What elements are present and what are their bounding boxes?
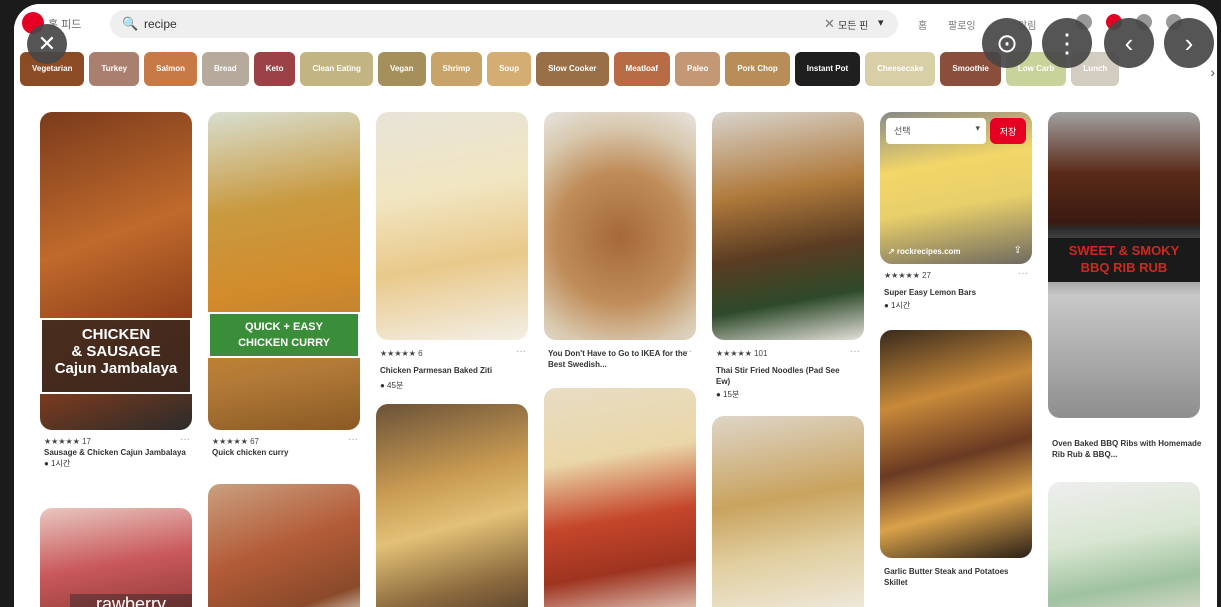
pin-title[interactable]: Thai Stir Fried Noodles (Pad See Ew) (716, 365, 856, 387)
pin-image-salsa[interactable] (544, 388, 696, 607)
save-button[interactable]: 저장 (990, 118, 1026, 144)
cook-time: ● 1시간 (884, 301, 911, 310)
pin-banner-strawberry: rawberry (70, 594, 192, 607)
close-icon[interactable]: ✕ (27, 24, 67, 64)
rating-stars: ★★★★★ 6 (380, 349, 423, 358)
category-chip[interactable]: Slow Cooker (536, 52, 609, 86)
pin-title[interactable]: You Don't Have to Go to IKEA for the Bes… (548, 348, 688, 370)
chevron-down-icon[interactable]: ▾ (878, 16, 884, 29)
nav-home[interactable]: 홈 (918, 17, 927, 32)
chevron-down-icon: ▾ (975, 123, 980, 133)
pin-meta-lemon-bars: ★★★★★ 27 Super Easy Lemon Bars ● 1시간 (884, 270, 1024, 311)
pin-image-onion-soup[interactable] (712, 416, 864, 607)
category-chips: Vegetarian Turkey Salmon Bread Keto Clean Eat… (20, 52, 1212, 90)
pin-image-strawberry[interactable]: rawberry (40, 508, 192, 607)
cook-time: ● 45분 (380, 381, 404, 390)
search-scope-select[interactable]: 모든 핀 (838, 17, 868, 32)
more-options-icon[interactable]: ··· (682, 346, 692, 357)
rating-stars: ★★★★★ 101 (716, 349, 768, 358)
category-chip[interactable]: Paleo (674, 52, 721, 86)
pin-image-curry[interactable]: QUICK + EASY CHICKEN CURRY (208, 112, 360, 430)
pin-meta-steak-potatoes: Garlic Butter Steak and Potatoes Skillet (884, 566, 1024, 588)
cook-time: ● 15분 (716, 390, 740, 399)
pin-title[interactable]: Chicken Parmesan Baked Ziti (380, 365, 530, 376)
pin-image-spring-rolls[interactable] (1048, 482, 1200, 607)
board-select-label: 선택 (894, 126, 911, 136)
pin-title[interactable]: Super Easy Lemon Bars (884, 287, 1024, 298)
pin-image-jambalaya[interactable]: CHICKEN & SAUSAGE Cajun Jambalaya (40, 112, 192, 430)
pin-image-steak-potatoes[interactable] (880, 330, 1032, 558)
pin-image-swedish-meatballs[interactable] (544, 112, 696, 340)
category-chip[interactable]: Pork Chop (725, 52, 790, 86)
pinterest-window: 홈 피드 🔍 recipe ✕ 모든 핀 ▾ 홈 팔로잉 알림 Vegetari… (14, 4, 1217, 607)
category-chip[interactable]: Shrimp (430, 52, 483, 86)
lens-search-icon[interactable]: ⊙ (982, 18, 1032, 68)
category-chip[interactable]: Cheesecake (865, 52, 936, 86)
more-options-icon[interactable]: ··· (348, 434, 358, 445)
pin-title[interactable]: Garlic Butter Steak and Potatoes Skillet (884, 566, 1024, 588)
category-chip[interactable]: Vegan (377, 52, 426, 86)
pin-image-stuffed-peppers[interactable] (208, 484, 360, 607)
previous-icon[interactable]: ‹ (1104, 18, 1154, 68)
more-options-icon[interactable]: ··· (850, 346, 860, 357)
search-icon: 🔍 (122, 16, 139, 31)
category-chip[interactable]: Keto (253, 52, 296, 86)
category-chip[interactable]: Clean Eating (300, 52, 373, 86)
category-chip[interactable]: Meatloaf (613, 52, 670, 86)
source-link[interactable]: ↗ rockrecipes.com (888, 247, 961, 256)
search-bar[interactable]: 🔍 recipe ✕ 모든 핀 ▾ (110, 10, 898, 38)
cook-time: ● 1시간 (44, 459, 71, 468)
more-options-icon[interactable]: ··· (516, 346, 526, 357)
pin-image-pad-see-ew[interactable] (712, 112, 864, 340)
pin-title[interactable]: Quick chicken curry (212, 447, 362, 458)
pin-meta-bbq-ribs: Oven Baked BBQ Ribs with Homemade Rib Ru… (1052, 438, 1202, 460)
category-chip[interactable]: Instant Pot (794, 52, 861, 86)
rating-stars: ★★★★★ 67 (212, 437, 259, 446)
pin-image-baked-ziti[interactable] (376, 112, 528, 340)
chips-next-icon[interactable]: › (1210, 64, 1215, 80)
top-bar: 홈 피드 🔍 recipe ✕ 모든 핀 ▾ 홈 팔로잉 알림 (14, 4, 1217, 42)
category-chip[interactable]: Soup (487, 52, 532, 86)
rating-stars: ★★★★★ 27 (884, 271, 931, 280)
pin-meta-curry: ★★★★★ 67 Quick chicken curry (212, 436, 362, 458)
pin-banner-jambalaya: CHICKEN & SAUSAGE Cajun Jambalaya (40, 318, 192, 394)
rating-stars: ★★★★★ 17 (44, 437, 91, 446)
pin-meta-baked-ziti: ★★★★★ 6 Chicken Parmesan Baked Ziti ● 45… (380, 348, 530, 391)
search-input[interactable]: recipe (144, 17, 177, 31)
next-icon[interactable]: › (1164, 18, 1214, 68)
pin-meta-swedish-meatballs: You Don't Have to Go to IKEA for the Bes… (548, 348, 688, 370)
more-options-icon[interactable]: ··· (180, 434, 190, 445)
pin-image-bbq-ribs[interactable]: SWEET & SMOKY BBQ RIB RUB (1048, 112, 1200, 418)
pin-banner-curry: QUICK + EASY CHICKEN CURRY (208, 312, 360, 358)
pin-image-potatoes[interactable] (376, 404, 528, 607)
pin-banner-bbq-ribs: SWEET & SMOKY BBQ RIB RUB (1048, 238, 1200, 282)
pin-meta-pad-see-ew: ★★★★★ 101 Thai Stir Fried Noodles (Pad S… (716, 348, 856, 400)
share-icon[interactable]: ⇪ (1014, 245, 1022, 256)
pin-image-lemon-bars[interactable]: 선택 ▾ 저장 ↗ rockrecipes.com ⇪ (880, 112, 1032, 264)
nav-following[interactable]: 팔로잉 (948, 17, 976, 32)
pin-meta-jambalaya: ★★★★★ 17 Sausage & Chicken Cajun Jambala… (44, 436, 194, 469)
pin-title[interactable]: Sausage & Chicken Cajun Jambalaya (44, 447, 194, 458)
more-icon[interactable]: ⋮ (1042, 18, 1092, 68)
category-chip[interactable]: Turkey (89, 52, 140, 86)
pin-title[interactable]: Oven Baked BBQ Ribs with Homemade Rib Ru… (1052, 438, 1202, 460)
category-chip[interactable]: Salmon (144, 52, 198, 86)
clear-search-icon[interactable]: ✕ (824, 16, 835, 32)
board-select[interactable]: 선택 ▾ (886, 118, 986, 144)
more-options-icon[interactable]: ··· (1018, 268, 1028, 279)
category-chip[interactable]: Bread (202, 52, 249, 86)
